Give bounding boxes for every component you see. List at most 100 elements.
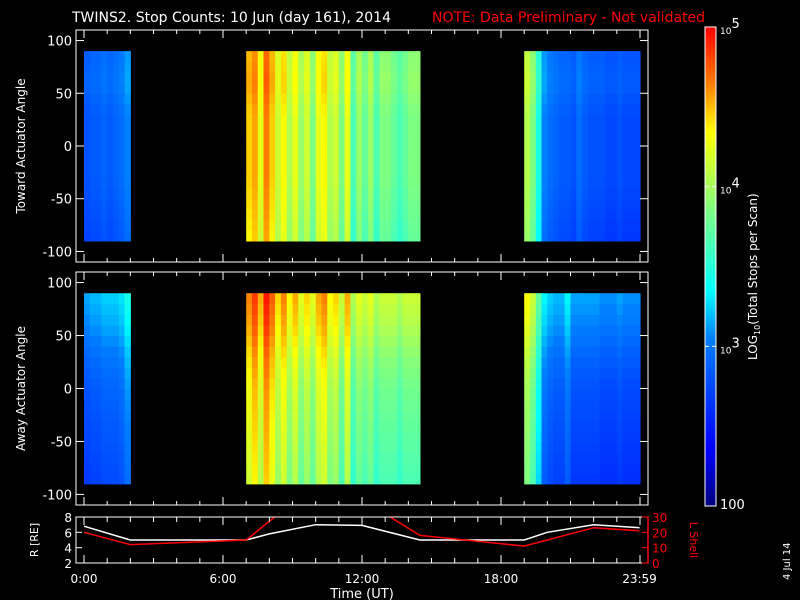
heatmap-cell — [593, 314, 601, 326]
heatmap-cell — [605, 188, 612, 200]
heatmap-cell — [611, 209, 618, 221]
heatmap-cell — [634, 356, 641, 368]
heatmap-cell — [414, 367, 421, 379]
heatmap-cell — [582, 473, 589, 485]
heatmap-cell — [402, 377, 409, 390]
heatmap-cell — [107, 177, 114, 189]
heatmap-cell — [599, 156, 606, 168]
heatmap-cell — [402, 167, 409, 179]
heatmap-cell — [280, 82, 288, 94]
heatmap-cell — [95, 303, 102, 315]
heatmap-cell — [570, 72, 577, 84]
heatmap-cell — [269, 303, 276, 315]
heatmap-cell — [350, 473, 357, 485]
heatmap-cell — [634, 367, 641, 379]
y-axis-label-left: R [RE] — [28, 523, 41, 557]
heatmap-cell — [558, 420, 566, 432]
heatmap-cell — [95, 230, 102, 242]
heatmap-cell — [315, 51, 323, 63]
heatmap-cell — [309, 198, 317, 210]
heatmap-cell — [113, 367, 120, 379]
heatmap-cell — [118, 335, 126, 347]
heatmap-cell — [396, 441, 404, 453]
heatmap-cell — [338, 293, 346, 305]
y-tick-label: 2 — [64, 557, 72, 571]
heatmap-cell — [263, 51, 270, 63]
heatmap-cell — [373, 293, 380, 305]
heatmap-cell — [252, 177, 259, 189]
heatmap-cell — [576, 72, 583, 84]
heatmap-cell — [89, 93, 97, 105]
heatmap-cell — [304, 156, 311, 168]
heatmap-cell — [541, 93, 548, 105]
heatmap-cell — [582, 420, 589, 432]
heatmap-cell — [315, 399, 323, 411]
heatmap-cell — [298, 473, 305, 485]
y-tick-label: 50 — [55, 87, 72, 102]
heatmap-cell — [616, 103, 624, 115]
heatmap-cell — [576, 135, 583, 147]
heatmap-cell — [280, 335, 288, 347]
heatmap-cell — [89, 114, 97, 126]
heatmap-cell — [541, 156, 548, 168]
heatmap-cell — [292, 314, 299, 326]
heatmap-cell — [414, 93, 421, 105]
heatmap-cell — [286, 303, 294, 315]
heatmap-cell — [344, 388, 351, 400]
heatmap-cell — [622, 167, 629, 179]
heatmap-cell — [118, 473, 126, 485]
heatmap-cell — [124, 409, 131, 421]
heatmap-cell — [634, 441, 641, 453]
heatmap-cell — [252, 167, 259, 179]
heatmap-cell — [304, 124, 311, 136]
heatmap-cell — [622, 399, 629, 411]
heatmap-cell — [611, 188, 618, 200]
heatmap-cell — [292, 473, 299, 485]
heatmap-cell — [252, 82, 259, 94]
heatmap-cell — [587, 209, 595, 221]
heatmap-cell — [280, 399, 288, 411]
heatmap-cell — [275, 93, 282, 105]
heatmap-cell — [373, 367, 380, 379]
heatmap-cell — [402, 409, 409, 421]
heatmap-cell — [292, 462, 299, 474]
heatmap-cell — [101, 209, 108, 221]
heatmap-cell — [118, 325, 126, 337]
heatmap-cell — [292, 72, 299, 84]
heatmap-cell — [373, 377, 380, 390]
heatmap-cell — [84, 409, 91, 421]
heatmap-cell — [327, 167, 334, 179]
heatmap-cell — [634, 51, 641, 63]
heatmap-cell — [593, 198, 601, 210]
heatmap-cell — [333, 335, 340, 347]
heatmap-cell — [269, 61, 276, 73]
heatmap-cell — [414, 473, 421, 485]
heatmap-cell — [408, 230, 415, 242]
heatmap-cell — [344, 82, 351, 94]
heatmap-cell — [628, 124, 635, 136]
heatmap-cell — [414, 219, 421, 231]
heatmap-cell — [553, 314, 560, 326]
heatmap-cell — [124, 51, 131, 63]
heatmap-cell — [84, 135, 91, 147]
heatmap-cell — [344, 135, 351, 147]
heatmap-cell — [101, 114, 108, 126]
heatmap-cell — [391, 367, 398, 379]
heatmap-cell — [350, 177, 357, 189]
heatmap-cell — [414, 51, 421, 63]
heatmap-cell — [524, 462, 531, 474]
heatmap-cell — [309, 103, 317, 115]
heatmap-cell — [558, 356, 566, 368]
heatmap-cell — [356, 420, 363, 432]
heatmap-cell — [367, 219, 375, 231]
heatmap-cell — [524, 135, 531, 147]
heatmap-cell — [327, 367, 334, 379]
heatmap-cell — [362, 61, 369, 73]
heatmap-cell — [252, 51, 259, 63]
heatmap-cell — [611, 346, 618, 358]
heatmap-cell — [252, 377, 259, 390]
heatmap-cell — [587, 230, 595, 242]
heatmap-cell — [587, 198, 595, 210]
heatmap-cell — [628, 156, 635, 168]
heatmap-cell — [304, 177, 311, 189]
